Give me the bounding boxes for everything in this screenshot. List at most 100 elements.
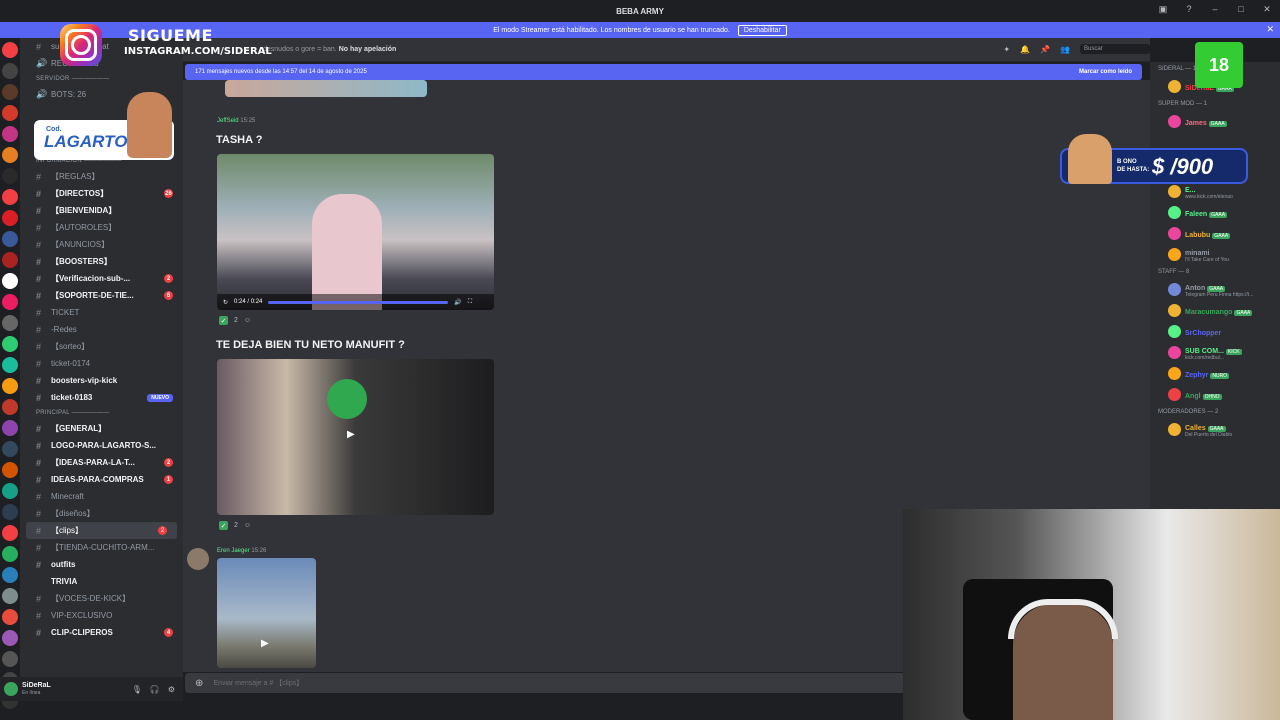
member-item[interactable]: E... www.kick.com/elenao	[1150, 181, 1280, 202]
reactions[interactable]: ✓ 2 ☺	[219, 521, 251, 530]
channel-item[interactable]: # CLIP-CLIPEROS 4	[20, 624, 183, 641]
help-icon[interactable]: ?	[1182, 4, 1196, 15]
server-icon[interactable]	[2, 336, 18, 352]
channel-item[interactable]: # LOGO-PARA-LAGARTO-S...	[20, 437, 183, 454]
new-messages-bar[interactable]: 171 mensajes nuevos desde las 14:57 del …	[185, 64, 1142, 80]
channel-item[interactable]: # 【clips】 2	[26, 522, 177, 539]
close-icon[interactable]: ✕	[1260, 4, 1274, 15]
channel-category[interactable]: PRINCIPAL ——————	[20, 406, 183, 420]
search-input[interactable]: Buscar	[1080, 44, 1150, 54]
server-icon[interactable]	[2, 231, 18, 247]
channel-item[interactable]: # 【diseños】	[20, 505, 183, 522]
member-item[interactable]: Angl OHNO	[1150, 384, 1280, 405]
server-icon[interactable]	[2, 126, 18, 142]
member-item[interactable]: Calles GAAA Del Puerto del Diablo	[1150, 419, 1280, 440]
channel-item[interactable]: TRIVIA	[20, 573, 183, 590]
server-icon[interactable]	[2, 252, 18, 268]
add-reaction-icon[interactable]: ☺	[244, 317, 251, 324]
server-icon[interactable]	[2, 84, 18, 100]
server-icon[interactable]	[2, 315, 18, 331]
avatar[interactable]	[4, 682, 18, 696]
video-thumbnail[interactable]: ▶	[217, 558, 316, 668]
server-icon[interactable]	[2, 210, 18, 226]
message-author[interactable]: Eren Jaeger 15:26	[217, 548, 266, 554]
settings-icon[interactable]: ⚙	[168, 685, 175, 694]
channel-item[interactable]: # Minecraft	[20, 488, 183, 505]
server-icon[interactable]	[2, 441, 18, 457]
video-player[interactable]: ↻ 0:24 / 0:24 🔊 ⛶	[217, 154, 494, 310]
server-icon[interactable]	[2, 420, 18, 436]
headphones-icon[interactable]: 🎧	[150, 685, 160, 694]
server-icon[interactable]	[2, 504, 18, 520]
member-item[interactable]: SrChopper	[1150, 321, 1280, 342]
server-icon[interactable]	[2, 609, 18, 625]
server-icon[interactable]	[2, 525, 18, 541]
channel-item[interactable]: # 【sorteo】	[20, 338, 183, 355]
server-icon[interactable]	[2, 399, 18, 415]
play-icon[interactable]: ▶	[347, 429, 355, 440]
inbox-icon[interactable]: ▣	[1156, 4, 1170, 15]
add-attachment-icon[interactable]: ⊕	[195, 678, 203, 689]
pin-icon[interactable]: 📌	[1040, 45, 1050, 54]
server-icon[interactable]	[2, 567, 18, 583]
channel-item[interactable]: # ticket-0183 NUEVO	[20, 389, 183, 406]
server-icon[interactable]	[2, 462, 18, 478]
play-icon[interactable]: ▶	[261, 638, 269, 649]
server-icon[interactable]	[2, 63, 18, 79]
add-reaction-icon[interactable]: ☺	[244, 522, 251, 529]
fullscreen-icon[interactable]: ⛶	[468, 299, 472, 306]
message-author[interactable]: JeffSeid 15:25	[217, 118, 255, 124]
channel-item[interactable]: # boosters-vip-kick	[20, 372, 183, 389]
server-icon[interactable]	[2, 630, 18, 646]
threads-icon[interactable]: ✦	[1003, 45, 1010, 54]
channel-category[interactable]: SERVIDOR ——————	[20, 72, 183, 86]
server-icon[interactable]	[2, 357, 18, 373]
server-icon[interactable]	[2, 378, 18, 394]
microphone-icon[interactable]: 🎙	[132, 685, 142, 694]
video-controls[interactable]: ↻ 0:24 / 0:24 🔊 ⛶	[217, 294, 494, 310]
channel-item[interactable]: # outfits	[20, 556, 183, 573]
member-item[interactable]: Labubu GAAA	[1150, 223, 1280, 244]
channel-item[interactable]: # 【DIRECTOS】 26	[20, 185, 183, 202]
channel-item[interactable]: # 【REGLAS】	[20, 168, 183, 185]
server-icon[interactable]	[2, 42, 18, 58]
channel-item[interactable]: # 【AUTOROLES】	[20, 219, 183, 236]
bell-icon[interactable]: 🔔	[1020, 45, 1030, 54]
member-item[interactable]: Faleen GAAA	[1150, 202, 1280, 223]
message-input[interactable]: Enviar mensaje a # 【clips】	[213, 678, 303, 688]
channel-item[interactable]: # 【GENERAL】	[20, 420, 183, 437]
server-icon[interactable]	[2, 294, 18, 310]
channel-item[interactable]: # 【SOPORTE-DE-TIE... 6	[20, 287, 183, 304]
server-icon[interactable]	[2, 651, 18, 667]
server-icon[interactable]	[2, 546, 18, 562]
server-icon[interactable]	[2, 189, 18, 205]
mark-read-button[interactable]: Marcar como leído	[1079, 69, 1132, 75]
server-icon[interactable]	[2, 147, 18, 163]
server-icon[interactable]	[2, 588, 18, 604]
channel-item[interactable]: # -Redes	[20, 321, 183, 338]
channel-item[interactable]: # 【ANUNCIOS】	[20, 236, 183, 253]
check-reaction-icon[interactable]: ✓	[219, 521, 228, 530]
server-icon[interactable]	[2, 273, 18, 289]
channel-item[interactable]: # 【TIENDA-CUCHITO-ARM...	[20, 539, 183, 556]
member-item[interactable]: James GAAA	[1150, 111, 1280, 132]
video-thumbnail[interactable]: ▶	[217, 359, 494, 515]
reactions[interactable]: ✓ 2 ☺	[219, 316, 251, 325]
channel-item[interactable]: # 【BOOSTERS】	[20, 253, 183, 270]
member-item[interactable]: Zephyr NURO	[1150, 363, 1280, 384]
member-item[interactable]: Maracumango GAAA	[1150, 300, 1280, 321]
replay-icon[interactable]: ↻	[223, 299, 228, 306]
channel-item[interactable]: # TICKET	[20, 304, 183, 321]
previous-image[interactable]	[225, 80, 427, 97]
server-icon[interactable]	[2, 483, 18, 499]
channel-item[interactable]: # ticket-0174	[20, 355, 183, 372]
channel-item[interactable]: # 【VOCES-DE-KICK】	[20, 590, 183, 607]
video-progress[interactable]	[268, 300, 449, 304]
maximize-icon[interactable]: □	[1234, 4, 1248, 15]
volume-icon[interactable]: 🔊	[454, 299, 461, 306]
check-reaction-icon[interactable]: ✓	[219, 316, 228, 325]
avatar[interactable]	[187, 548, 209, 570]
channel-item[interactable]: # 【IDEAS-PARA-LA-T... 2	[20, 454, 183, 471]
channel-item[interactable]: # VIP-EXCLUSIVO	[20, 607, 183, 624]
server-icon[interactable]	[2, 105, 18, 121]
